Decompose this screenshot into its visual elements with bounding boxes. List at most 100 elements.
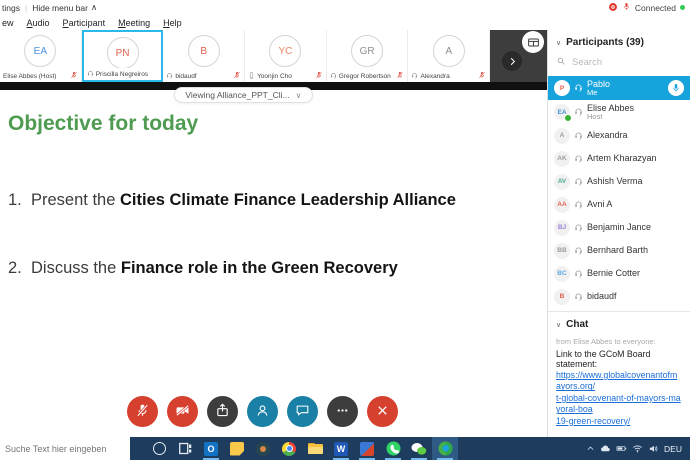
participant-row[interactable]: AV Ashish Verma <box>548 170 690 193</box>
participant-search[interactable] <box>548 51 690 76</box>
avatar: AA <box>554 197 570 213</box>
avatar: AV <box>554 174 570 190</box>
share-button[interactable] <box>207 396 238 427</box>
link-line[interactable]: t-global-covenant-of-mayors-mayoral-boa <box>556 393 682 416</box>
participant-name-bar: Alexandra <box>408 70 489 82</box>
participant-row[interactable]: P PabloMe <box>548 76 690 100</box>
participant-name-bar: Yoonjin Cho <box>245 70 326 82</box>
slide-list-item: 2. Discuss the Finance role in the Green… <box>8 258 470 279</box>
participant-row[interactable]: AK Artem Kharazyan <box>548 147 690 170</box>
taskbar-icon-whatsapp[interactable] <box>380 437 406 460</box>
more-icon <box>335 403 350 421</box>
chevron-down-icon: ∨ <box>556 39 561 47</box>
taskbar-icon-office[interactable] <box>354 437 380 460</box>
video-tile[interactable]: EA Elise Abbes (Host) <box>0 30 82 82</box>
slide-heading: Objective for today <box>8 112 198 136</box>
taskbar-icon-media[interactable] <box>250 437 276 460</box>
more-options-button[interactable] <box>327 396 358 427</box>
headset-icon <box>87 70 94 79</box>
menu-item-meeting[interactable]: Meeting <box>118 18 150 28</box>
search-icon <box>556 53 566 71</box>
participant-list: P PabloMeEA Elise AbbesHostA AlexandraAK… <box>548 76 690 308</box>
search-input[interactable] <box>570 56 682 69</box>
headset-icon <box>574 150 583 168</box>
participant-name: Ashish Verma <box>587 176 643 186</box>
participant-row[interactable]: B bidaudf <box>548 285 690 308</box>
participant-row[interactable]: BJ Benjamin Jance <box>548 216 690 239</box>
mute-button[interactable] <box>127 396 158 427</box>
taskbar-icon-outlook[interactable]: O <box>198 437 224 460</box>
settings-label-fragment[interactable]: tings <box>2 3 20 13</box>
participant-row[interactable]: AA Avni A <box>548 193 690 216</box>
menu-item-audio[interactable]: Audio <box>27 18 50 28</box>
share-icon <box>215 403 230 421</box>
chevron-up-icon[interactable] <box>586 444 595 453</box>
video-filmstrip: EA Elise Abbes (Host)PN Priscilla Negrei… <box>0 30 547 82</box>
participant-row[interactable]: A Alexandra <box>548 124 690 147</box>
chat-panel-header[interactable]: ∨ Chat <box>548 312 690 333</box>
taskbar-icon-chrome[interactable] <box>276 437 302 460</box>
taskbar-icon-cortana[interactable] <box>146 437 172 460</box>
participant-name: Elise Abbes (Host) <box>3 73 68 80</box>
video-tile[interactable]: B bidaudf <box>163 30 245 82</box>
video-tile[interactable]: A Alexandra <box>408 30 490 82</box>
volume-icon[interactable] <box>648 443 659 454</box>
taskbar-icon-taskview[interactable] <box>172 437 198 460</box>
taskbar-icon-wechat[interactable] <box>406 437 432 460</box>
participant-row[interactable]: BC Bernie Cotter <box>548 262 690 285</box>
sidebar: ∨ Participants (39) P PabloMeEA Elise Ab… <box>547 30 690 437</box>
taskbar-icon-explorer[interactable] <box>302 437 328 460</box>
menu-item-participant[interactable]: Participant <box>63 18 106 28</box>
chat-button[interactable] <box>287 396 318 427</box>
participant-name: Avni A <box>587 199 612 209</box>
link-line[interactable]: https://www.globalcovenantofmayors.org/ <box>556 370 682 393</box>
video-tile[interactable]: PN Priscilla Negreiros <box>82 30 164 82</box>
menu-item-ew[interactable]: ew <box>2 18 14 28</box>
language-indicator[interactable]: DEU <box>664 444 682 454</box>
mic-muted-icon <box>478 71 486 81</box>
mic-muted-icon <box>233 71 241 81</box>
slide-list-item: 1. Present the Cities Climate Finance Le… <box>8 190 470 211</box>
list-number: 1. <box>8 190 31 211</box>
chat-message-link[interactable]: https://www.globalcovenantofmayors.org/t… <box>556 370 682 427</box>
avatar: GR <box>351 35 383 67</box>
chevron-up-icon: ∧ <box>91 2 97 13</box>
avatar: EA <box>24 35 56 67</box>
wifi-icon[interactable] <box>632 443 643 454</box>
headset-icon <box>574 173 583 191</box>
link-line[interactable]: 19-green-recovery/ <box>556 416 682 427</box>
taskbar-icon-sticky-notes[interactable] <box>224 437 250 460</box>
leave-meeting-button[interactable] <box>367 396 398 427</box>
menu-item-help[interactable]: Help <box>163 18 182 28</box>
avatar: A <box>433 35 465 67</box>
participant-row[interactable]: EA Elise AbbesHost <box>548 100 690 124</box>
participant-name: Alexandra <box>420 73 476 80</box>
layout-view-button[interactable] <box>522 31 544 53</box>
participant-name-bar: Elise Abbes (Host) <box>0 70 81 82</box>
headset-icon <box>574 196 583 214</box>
headset-icon <box>574 242 583 260</box>
taskbar-icon-word[interactable]: W <box>328 437 354 460</box>
video-tile[interactable]: GR Gregor Robertson <box>327 30 409 82</box>
chat-icon <box>295 403 310 421</box>
headset-icon <box>574 288 583 306</box>
participant-name: Bernhard Barth <box>587 245 648 255</box>
app-menu: ew Audio Participant Meeting Help <box>0 15 690 30</box>
next-participants-button[interactable] <box>502 51 522 71</box>
hide-menu-bar-button[interactable]: Hide menu bar ∧ <box>32 2 97 13</box>
participant-row[interactable]: BB Bernhard Barth <box>548 239 690 262</box>
cloud-icon[interactable] <box>600 443 611 454</box>
avatar: A <box>554 128 570 144</box>
battery-icon[interactable] <box>616 443 627 454</box>
shared-content-stage: Viewing Alliance_PPT_Cli... ∨ Objective … <box>0 90 547 437</box>
video-tile[interactable]: YC Yoonjin Cho <box>245 30 327 82</box>
mic-off-icon <box>135 403 150 421</box>
headset-icon <box>330 72 337 81</box>
viewing-dropdown[interactable]: Viewing Alliance_PPT_Cli... ∨ <box>174 87 312 103</box>
participants-button[interactable] <box>247 396 278 427</box>
taskbar-search-input[interactable] <box>0 443 130 455</box>
taskbar-search-box[interactable] <box>0 437 130 460</box>
stop-video-button[interactable] <box>167 396 198 427</box>
taskbar-icon-webex[interactable] <box>432 437 458 460</box>
participants-panel-header[interactable]: ∨ Participants (39) <box>548 30 690 51</box>
